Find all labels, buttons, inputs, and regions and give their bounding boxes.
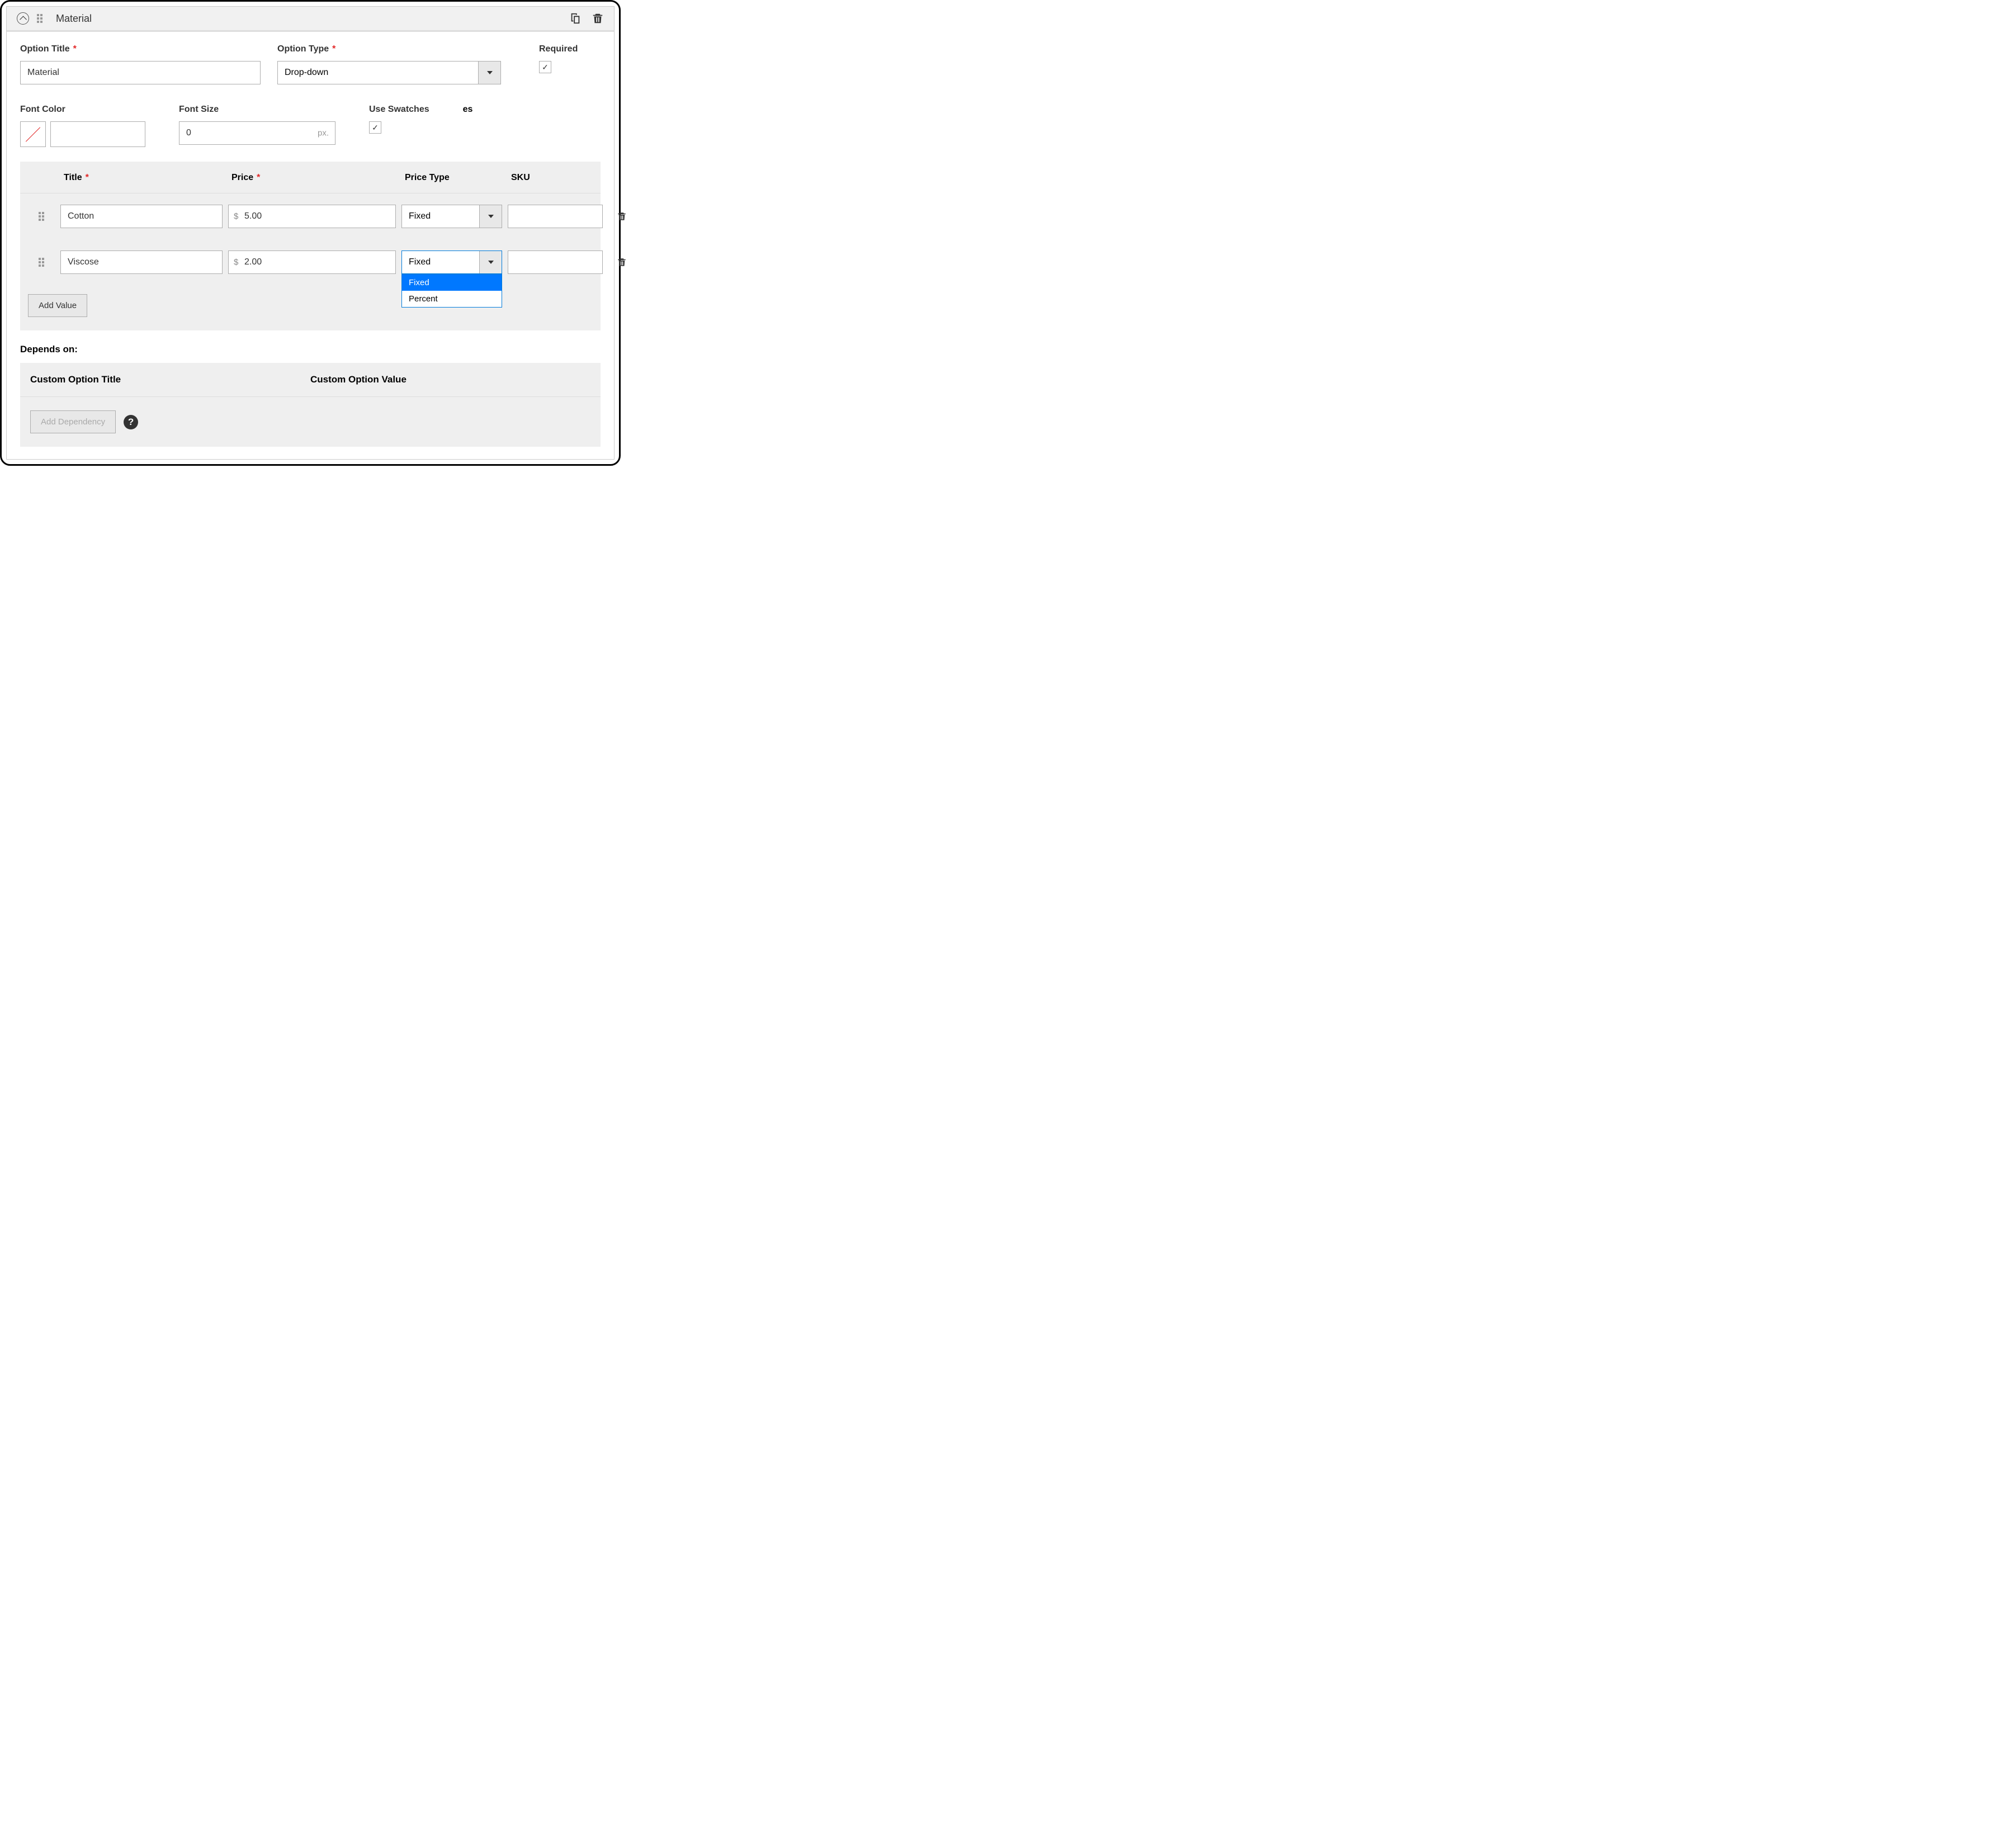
use-swatches-label: Use Swatches: [369, 105, 429, 115]
delete-row-icon[interactable]: [608, 211, 635, 222]
chevron-down-icon: [479, 251, 502, 273]
depends-col-title: Custom Option Title: [30, 374, 310, 385]
depends-col-value: Custom Option Value: [310, 374, 590, 385]
price-type-dropdown[interactable]: Fixed: [401, 205, 502, 228]
values-grid: Title* Price* Price Type SKU $ Fixed: [20, 162, 601, 330]
col-price-label: Price*: [228, 173, 396, 183]
help-icon[interactable]: ?: [124, 415, 138, 429]
truncated-label: es: [463, 105, 473, 115]
col-title-label: Title*: [60, 173, 223, 183]
price-type-dropdown[interactable]: Fixed: [401, 251, 502, 274]
option-panel: Material Option Title* Option Type*: [6, 6, 615, 460]
duplicate-icon[interactable]: [569, 12, 582, 25]
col-pricetype-label: Price Type: [401, 173, 502, 183]
option-type-dropdown[interactable]: Drop-down: [277, 61, 501, 84]
drag-handle-icon[interactable]: [39, 258, 44, 267]
font-color-swatch[interactable]: [20, 121, 46, 147]
font-size-label: Font Size: [179, 105, 335, 115]
add-dependency-button[interactable]: Add Dependency: [30, 410, 116, 433]
dropdown-option[interactable]: Fixed: [402, 275, 502, 291]
value-price-input[interactable]: [228, 251, 396, 274]
font-color-input[interactable]: [50, 121, 145, 147]
dropdown-option[interactable]: Percent: [402, 291, 502, 307]
required-checkbox[interactable]: [539, 61, 551, 73]
drag-handle-icon[interactable]: [37, 14, 42, 23]
option-title-label: Option Title*: [20, 44, 261, 54]
use-swatches-checkbox[interactable]: [369, 121, 381, 134]
value-title-input[interactable]: [60, 251, 223, 274]
required-label: Required: [539, 44, 601, 54]
option-title-input[interactable]: [20, 61, 261, 84]
panel-title: Material: [50, 13, 561, 25]
depends-on-label: Depends on:: [20, 344, 601, 355]
value-price-input[interactable]: [228, 205, 396, 228]
price-type-dropdown-menu: Fixed Percent: [401, 274, 502, 308]
value-row: $ Fixed Fixed Percent: [20, 239, 601, 285]
value-sku-input[interactable]: [508, 205, 603, 228]
add-value-button[interactable]: Add Value: [28, 294, 87, 317]
depends-grid: Custom Option Title Custom Option Value …: [20, 363, 601, 447]
chevron-down-icon: [478, 62, 500, 84]
delete-icon[interactable]: [592, 12, 604, 25]
font-color-label: Font Color: [20, 105, 145, 115]
delete-row-icon[interactable]: [608, 257, 635, 268]
value-sku-input[interactable]: [508, 251, 603, 274]
option-type-label: Option Type*: [277, 44, 501, 54]
panel-header: Material: [7, 7, 614, 32]
col-sku-label: SKU: [508, 173, 603, 183]
drag-handle-icon[interactable]: [39, 212, 44, 221]
font-size-input[interactable]: [179, 121, 335, 145]
collapse-toggle-icon[interactable]: [17, 12, 29, 25]
value-row: $ Fixed: [20, 193, 601, 239]
value-title-input[interactable]: [60, 205, 223, 228]
chevron-down-icon: [479, 205, 502, 228]
